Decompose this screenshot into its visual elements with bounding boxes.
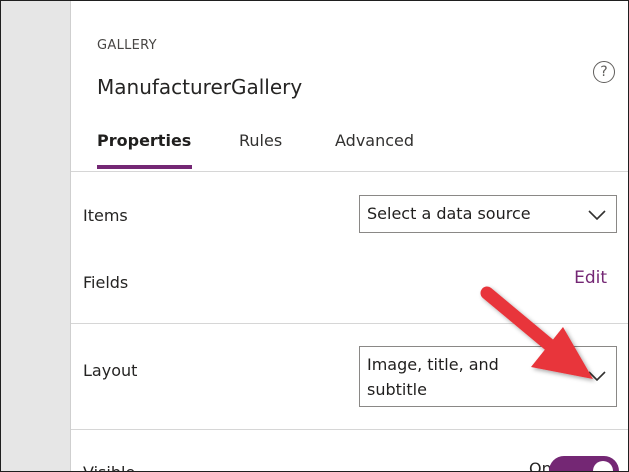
layout-divider	[71, 429, 628, 430]
control-name: ManufacturerGallery	[97, 75, 303, 99]
help-circle-icon[interactable]: ?	[593, 61, 615, 83]
layout-dropdown[interactable]: Image, title, and subtitle	[359, 346, 617, 407]
active-tab-indicator	[97, 165, 192, 169]
fields-label: Fields	[83, 273, 129, 292]
fields-divider	[71, 323, 628, 324]
properties-pane-screenshot: GALLERY ManufacturerGallery ? Properties…	[0, 0, 629, 472]
visible-label: Visible	[83, 463, 135, 471]
toggle-knob	[593, 461, 613, 471]
tab-rules[interactable]: Rules	[239, 131, 282, 150]
visible-toggle[interactable]	[549, 456, 619, 471]
control-type-label: GALLERY	[97, 38, 157, 53]
chevron-down-icon	[588, 371, 606, 381]
layout-dropdown-value-line2: subtitle	[367, 380, 427, 399]
chevron-down-icon	[588, 210, 606, 220]
left-strip	[1, 1, 71, 471]
tab-advanced[interactable]: Advanced	[335, 131, 414, 150]
tabs-divider	[71, 171, 628, 172]
layout-label: Layout	[83, 361, 138, 380]
help-glyph: ?	[600, 64, 608, 80]
layout-dropdown-value-line1: Image, title, and	[367, 355, 499, 374]
edit-fields-link[interactable]: Edit	[574, 268, 607, 288]
items-label: Items	[83, 206, 128, 225]
properties-panel: GALLERY ManufacturerGallery ? Properties…	[71, 1, 628, 471]
items-dropdown[interactable]: Select a data source	[359, 195, 617, 233]
items-dropdown-value: Select a data source	[367, 204, 531, 223]
tab-properties[interactable]: Properties	[97, 131, 191, 150]
